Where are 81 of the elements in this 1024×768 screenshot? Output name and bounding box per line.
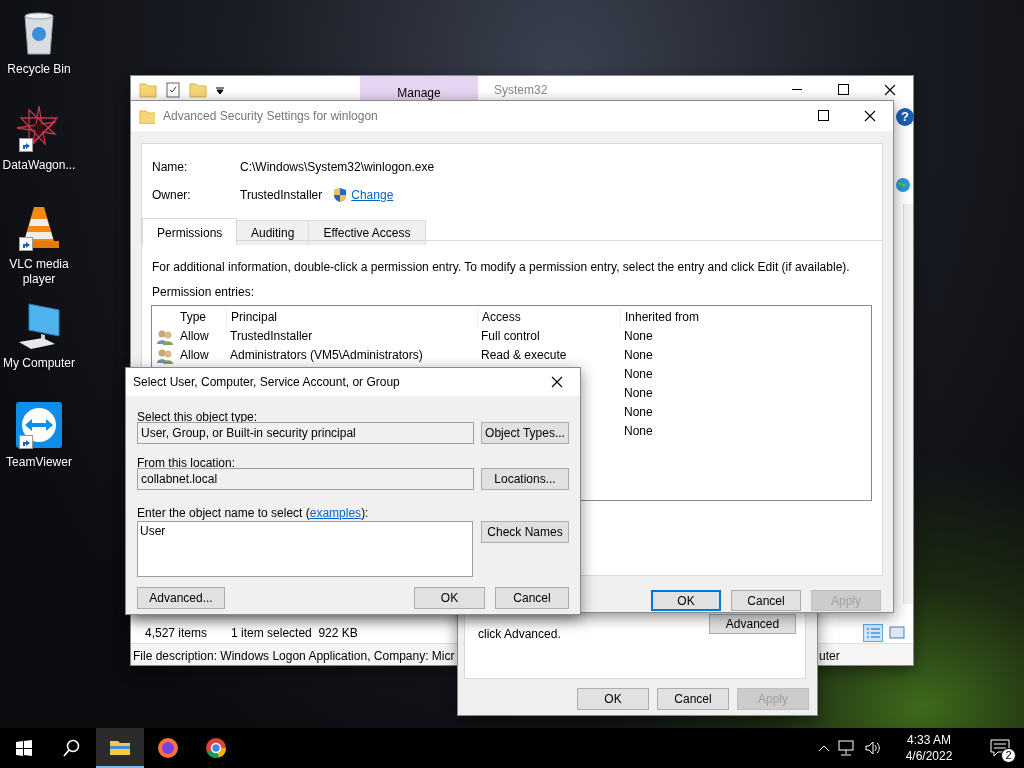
browser-icon xyxy=(156,736,180,760)
change-link[interactable]: Change xyxy=(351,186,394,204)
file-details-text: uter xyxy=(819,648,840,665)
info-text: For additional information, double-click a permission entry. To modify a permission entry, select the entry and click Edit (if available). xyxy=(152,259,850,276)
field-label: Owner: xyxy=(152,187,192,204)
table-cell-text: None xyxy=(623,385,654,402)
globe-icon xyxy=(895,177,911,193)
column-header[interactable]: Access xyxy=(477,308,620,327)
window-title: Select User, Computer, Service Account, or Group xyxy=(133,374,400,391)
file-details-text: File description: Windows Logon Application, Company: Micr xyxy=(133,648,455,662)
notifications-button[interactable]: 2 xyxy=(976,728,1024,768)
help-icon[interactable]: ? xyxy=(896,108,914,126)
table-cell-text: None xyxy=(623,404,654,421)
dialog-button[interactable]: Cancel xyxy=(731,590,801,611)
windows-logo-icon xyxy=(16,740,32,756)
section-label: Permission entries: xyxy=(152,284,255,301)
taskbar-app-button[interactable] xyxy=(96,728,144,768)
shield-icon xyxy=(332,187,349,203)
round-browser-icon xyxy=(204,736,228,760)
table-cell-text: Allow xyxy=(179,347,210,364)
table-cell-text: Full control xyxy=(480,328,541,345)
search-icon xyxy=(63,739,81,757)
table-cell-text: TrustedInstaller xyxy=(229,328,314,345)
users-icon xyxy=(156,348,174,365)
dropdown-arrow-icon[interactable] xyxy=(215,85,225,95)
status-text: 1 item selected 922 KB xyxy=(231,625,358,642)
table-cell-text: Allow xyxy=(179,328,210,345)
table-cell-text: Administrators (VM5\Administrators) xyxy=(229,347,424,364)
field-value: TrustedInstaller xyxy=(240,187,323,204)
users-icon xyxy=(156,329,174,346)
maximize-icon xyxy=(838,84,850,96)
examples-link[interactable]: examples xyxy=(309,506,362,520)
clock-date[interactable]: 4/6/2022 xyxy=(905,748,953,764)
checklist-icon[interactable] xyxy=(165,82,181,98)
tab[interactable]: Permissions xyxy=(142,218,237,245)
table-cell-text: Read & execute xyxy=(480,347,568,364)
dialog-button[interactable]: Advanced... xyxy=(137,587,225,609)
table-cell-text: None xyxy=(623,328,654,345)
dialog-button[interactable]: OK xyxy=(414,587,485,609)
name-input-field[interactable]: User xyxy=(137,521,473,577)
column-header[interactable]: Inherited from xyxy=(620,308,871,327)
desktop-icon-label[interactable]: Recycle Bin xyxy=(7,62,71,77)
close-icon xyxy=(884,84,896,96)
dialog-button[interactable]: OK xyxy=(577,688,649,710)
network-icon[interactable] xyxy=(838,740,856,756)
speaker-icon[interactable] xyxy=(864,740,882,756)
desktop-icon-label[interactable]: DataWagon... xyxy=(2,158,76,173)
dialog-button[interactable]: OK xyxy=(651,590,721,611)
table-cell-text: None xyxy=(623,423,654,440)
status-text: 4,527 items xyxy=(145,625,208,642)
scrollbar[interactable] xyxy=(903,204,913,604)
clock-time[interactable]: 4:33 AM xyxy=(907,732,951,748)
table-cell-text: None xyxy=(623,366,654,383)
tab[interactable]: Effective Access xyxy=(308,220,426,245)
close-icon xyxy=(864,110,876,122)
window-title: Advanced Security Settings for winlogon xyxy=(163,108,378,125)
folder-icon xyxy=(139,108,155,124)
field-label: Name: xyxy=(152,159,189,176)
speech-bubble-icon xyxy=(990,739,1010,757)
desktop-icon-label[interactable]: My Computer xyxy=(3,356,75,371)
desktop-icon-label[interactable]: VLC media player xyxy=(0,257,78,287)
dialog-button[interactable]: Cancel xyxy=(657,688,729,710)
notification-count: 2 xyxy=(1001,748,1016,763)
window-title: System32 xyxy=(494,82,548,99)
column-header[interactable]: Principal xyxy=(226,308,477,327)
dialog-button[interactable]: Locations... xyxy=(481,468,569,490)
field-value: C:\Windows\System32\winlogon.exe xyxy=(240,159,435,176)
close-icon xyxy=(551,376,563,388)
check-names-button[interactable]: Check Names xyxy=(481,521,569,543)
chevron-up-icon[interactable] xyxy=(818,744,830,752)
dialog-button[interactable]: Cancel xyxy=(495,587,569,609)
table-cell-text: None xyxy=(623,347,654,364)
dialog-button[interactable]: Object Types... xyxy=(481,422,569,444)
text-field[interactable]: User, Group, or Built-in security principal xyxy=(137,422,474,444)
text-field[interactable]: collabnet.local xyxy=(137,468,474,490)
column-header[interactable]: Type xyxy=(176,308,226,327)
hint-text: click Advanced. xyxy=(478,626,561,643)
maximize-icon xyxy=(818,110,830,122)
desktop-icon-label[interactable]: TeamViewer xyxy=(6,455,72,470)
field-label: Enter the object name to select (examples): xyxy=(137,505,369,522)
advanced-button[interactable]: Advanced xyxy=(709,614,796,634)
